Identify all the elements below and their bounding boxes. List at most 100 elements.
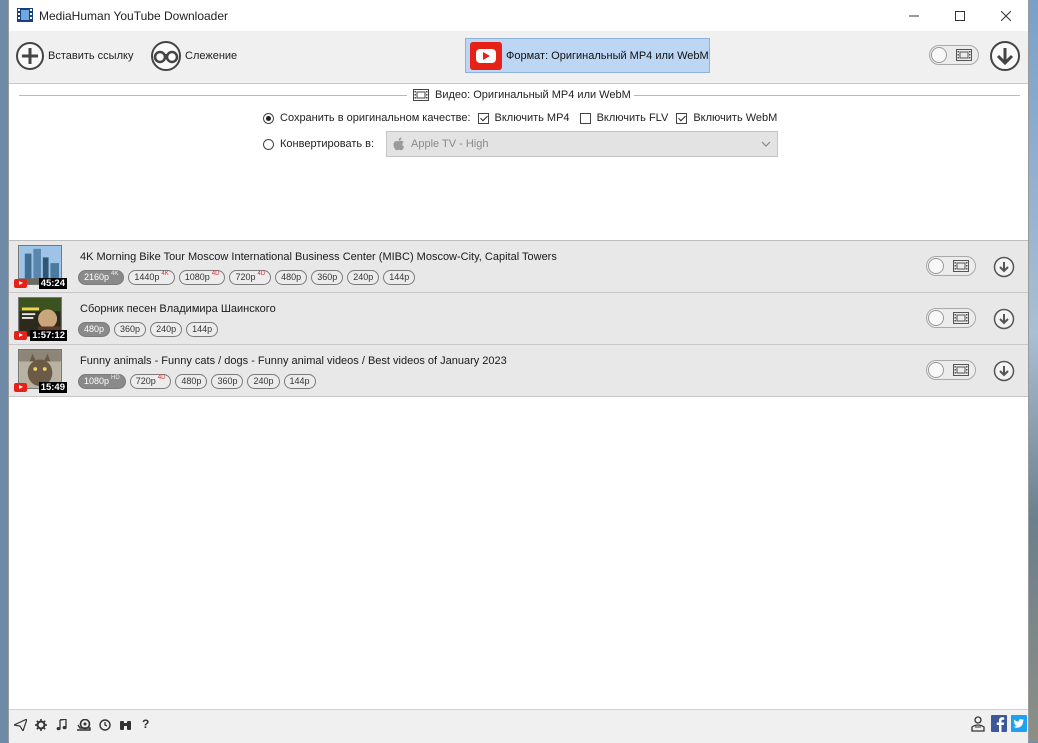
convert-label: Конвертировать в:: [280, 138, 375, 150]
quality-chip[interactable]: 240р: [150, 322, 183, 337]
convert-radio[interactable]: [263, 138, 274, 150]
app-window: MediaHuman YouTube Downloader Вставить с…: [8, 0, 1029, 743]
video-title: 4K Morning Bike Tour Moscow Internationa…: [80, 251, 557, 263]
film-icon: [953, 364, 969, 376]
convert-profile-select[interactable]: Apple TV - High: [386, 131, 778, 157]
toolbar: Вставить ссылку Слежение Формат: Оригина…: [9, 31, 1028, 84]
facebook-icon[interactable]: [991, 715, 1007, 732]
convert-toggle[interactable]: [926, 360, 976, 380]
youtube-badge-icon: [14, 331, 27, 340]
convert-profile-value: Apple TV - High: [411, 138, 489, 150]
quality-chip[interactable]: 144р: [283, 374, 316, 389]
tracking-button[interactable]: Слежение: [150, 41, 237, 71]
quality-chip[interactable]: 720р 4D: [229, 270, 272, 285]
music-note-icon[interactable]: [56, 719, 68, 731]
quality-list: 480р 360р 240р 144р: [78, 322, 222, 337]
quality-chip[interactable]: 1080р 4D: [178, 270, 226, 285]
video-list: 45:24 4K Morning Bike Tour Moscow Intern…: [9, 241, 1028, 397]
format-button[interactable]: Формат: Оригинальный MP4 или WebM: [465, 38, 710, 73]
quality-chip[interactable]: 360р: [311, 270, 344, 285]
convert-option: Конвертировать в:: [263, 138, 374, 150]
quality-chip[interactable]: 360р: [211, 374, 244, 389]
toggle-knob: [931, 47, 947, 63]
community-icon[interactable]: [970, 716, 986, 732]
desktop-background: [1029, 0, 1038, 742]
quality-chip[interactable]: 480р: [175, 374, 208, 389]
tracking-label: Слежение: [185, 50, 238, 62]
window-title: MediaHuman YouTube Downloader: [39, 9, 229, 23]
video-thumbnail[interactable]: 45:24: [14, 245, 67, 289]
quality-chip[interactable]: 1440р 4K: [128, 270, 175, 285]
toggle-knob: [928, 258, 944, 274]
maximize-icon: [955, 10, 965, 21]
download-all-button[interactable]: [989, 40, 1021, 72]
download-button[interactable]: [993, 256, 1015, 278]
quality-chip[interactable]: 720р 4D: [129, 374, 172, 389]
video-title: Funny animals - Funny cats / dogs - Funn…: [80, 355, 507, 367]
app-logo-icon: [17, 8, 33, 22]
youtube-badge-icon: [14, 383, 27, 392]
save-original-option: Сохранить в оригинальном качестве: Включ…: [263, 112, 777, 124]
snail-icon[interactable]: [77, 719, 91, 731]
chevron-down-icon: [761, 141, 771, 147]
film-icon: [953, 312, 969, 324]
video-duration: 15:49: [38, 382, 67, 393]
clock-icon[interactable]: [99, 719, 111, 731]
video-row[interactable]: 45:24 4K Morning Bike Tour Moscow Intern…: [9, 241, 1028, 293]
send-icon[interactable]: [14, 719, 27, 731]
quality-chip[interactable]: 240р: [247, 374, 280, 389]
webm-checkbox[interactable]: [676, 112, 688, 124]
quality-chip[interactable]: 1080р HD: [78, 374, 126, 389]
settings-header-label: Видео: Оригинальный MP4 или WebM: [435, 89, 631, 101]
divider: [19, 95, 407, 96]
convert-all-toggle[interactable]: [929, 45, 979, 65]
close-icon: [1001, 10, 1011, 21]
quality-chip[interactable]: 360р: [114, 322, 147, 337]
video-duration: 45:24: [38, 278, 67, 289]
video-duration: 1:57:12: [30, 330, 67, 341]
quality-chip[interactable]: 480р: [78, 322, 111, 337]
convert-toggle[interactable]: [926, 308, 976, 328]
mp4-label: Включить MP4: [494, 112, 570, 124]
quality-chip[interactable]: 2160р 4K: [78, 270, 125, 285]
paste-link-button[interactable]: Вставить ссылку: [15, 41, 133, 71]
quality-list: 2160р 4K 1440р 4K 1080р 4D 720р 4D 480р 360р…: [78, 270, 419, 285]
video-thumbnail[interactable]: 15:49: [14, 349, 67, 393]
minimize-button[interactable]: [891, 0, 937, 31]
quality-chip[interactable]: 144р: [186, 322, 219, 337]
binoculars-icon: [151, 41, 181, 71]
video-row[interactable]: 15:49 Funny animals - Funny cats / dogs …: [9, 345, 1028, 397]
download-button[interactable]: [993, 360, 1015, 382]
quality-list: 1080р HD 720р 4D 480р 360р 240р 144р: [78, 374, 320, 389]
binoculars-icon[interactable]: [119, 719, 132, 731]
save-original-radio[interactable]: [263, 112, 274, 124]
close-button[interactable]: [983, 0, 1029, 31]
quality-chip[interactable]: 144р: [383, 270, 416, 285]
divider: [634, 95, 1020, 96]
video-thumbnail[interactable]: 1:57:12: [14, 297, 67, 341]
webm-label: Включить WebM: [693, 112, 778, 124]
format-label: Формат: Оригинальный MP4 или WebM: [506, 49, 709, 62]
apple-icon: [393, 137, 404, 151]
download-button[interactable]: [993, 308, 1015, 330]
maximize-button[interactable]: [937, 0, 983, 31]
title-bar: MediaHuman YouTube Downloader: [9, 0, 1028, 31]
mp4-checkbox[interactable]: [477, 112, 489, 124]
video-title: Сборник песен Владимира Шаинского: [80, 303, 276, 315]
settings-header: Видео: Оригинальный MP4 или WebM: [413, 89, 631, 101]
video-row[interactable]: 1:57:12 Сборник песен Владимира Шаинског…: [9, 293, 1028, 345]
flv-checkbox[interactable]: [579, 112, 591, 124]
paste-link-label: Вставить ссылку: [48, 50, 134, 62]
gear-icon[interactable]: [35, 719, 47, 731]
save-original-label: Сохранить в оригинальном качестве:: [280, 112, 471, 124]
toggle-knob: [928, 310, 944, 326]
quality-chip[interactable]: 240р: [347, 270, 380, 285]
quality-chip[interactable]: 480р: [275, 270, 308, 285]
youtube-badge-icon: [14, 279, 27, 288]
convert-toggle[interactable]: [926, 256, 976, 276]
help-icon[interactable]: ?: [142, 717, 149, 731]
status-bar: ?: [9, 709, 1028, 743]
flv-label: Включить FLV: [596, 112, 669, 124]
twitter-icon[interactable]: [1011, 715, 1027, 732]
youtube-icon: [470, 41, 502, 70]
